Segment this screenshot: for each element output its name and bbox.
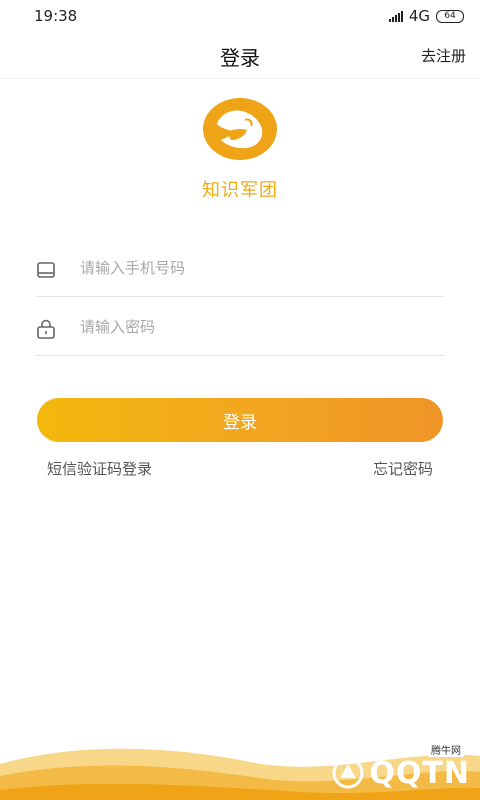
password-field [36, 298, 444, 356]
page-title: 登录 [220, 46, 260, 70]
phone-field [36, 239, 444, 297]
nav-bar: 登录 去注册 [0, 32, 480, 79]
status-bar: 19:38 4G 64 [0, 0, 480, 32]
register-link[interactable]: 去注册 [421, 45, 466, 66]
sms-login-link[interactable]: 短信验证码登录 [47, 458, 152, 479]
status-time: 19:38 [34, 7, 78, 25]
status-icons: 4G 64 [388, 7, 464, 25]
watermark: QQTN 腾牛网 [331, 742, 470, 794]
phone-icon [37, 262, 55, 278]
watermark-text: QQTN [369, 755, 470, 791]
phone-input[interactable] [80, 253, 430, 283]
login-button[interactable]: 登录 [37, 398, 443, 442]
app-logo [203, 98, 277, 160]
network-type: 4G [408, 7, 430, 25]
watermark-subtext: 腾牛网 [428, 742, 464, 757]
signal-icon [388, 10, 403, 22]
battery-icon: 64 [436, 9, 464, 23]
battery-level: 64 [444, 10, 456, 21]
lock-icon [37, 319, 55, 339]
watermark-logo-icon [332, 757, 364, 789]
forgot-password-link[interactable]: 忘记密码 [373, 458, 433, 479]
password-input[interactable] [80, 312, 430, 342]
brand-name: 知识军团 [202, 180, 278, 201]
